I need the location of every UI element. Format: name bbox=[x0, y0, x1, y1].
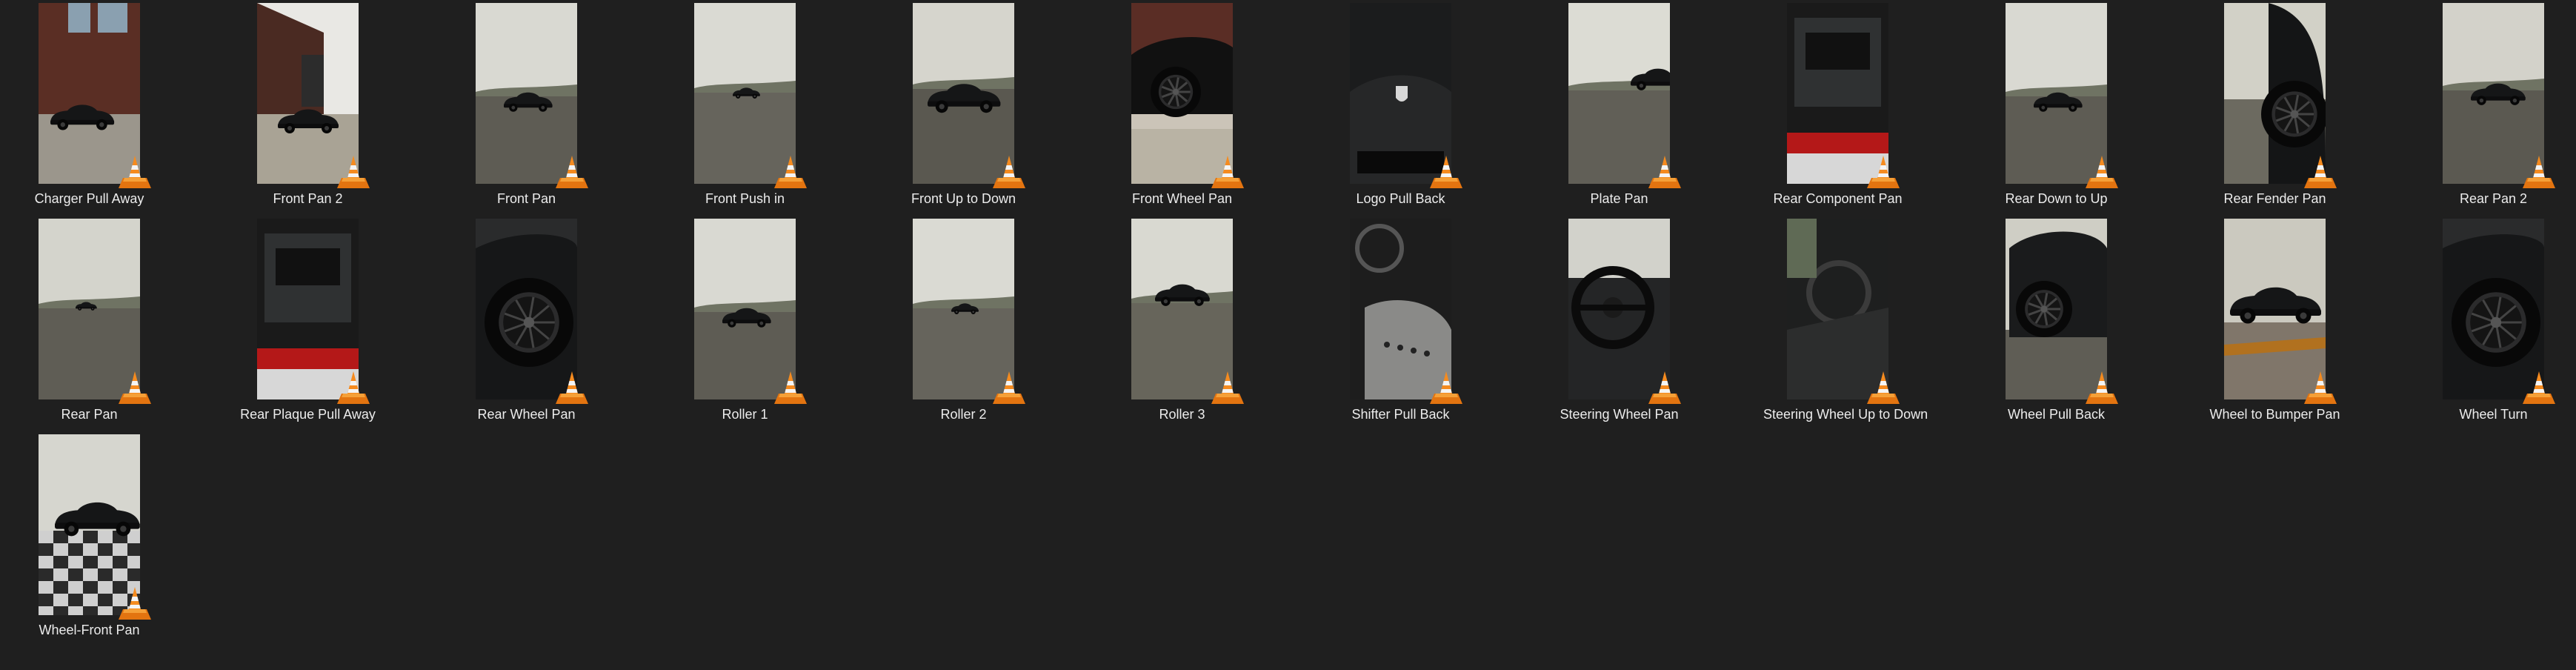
vlc-cone-icon bbox=[337, 154, 370, 190]
file-item[interactable]: Front Push in bbox=[670, 3, 889, 219]
vlc-cone-icon bbox=[119, 154, 151, 190]
vlc-cone-icon bbox=[556, 370, 588, 405]
file-name-label: Steering Wheel Up to Down bbox=[1763, 407, 1928, 422]
file-name-label: Rear Pan bbox=[61, 407, 118, 422]
vlc-cone-icon bbox=[2523, 154, 2555, 190]
vlc-cone-icon bbox=[556, 154, 588, 190]
vlc-cone-icon bbox=[1867, 154, 1900, 190]
vlc-cone-icon bbox=[2304, 154, 2337, 190]
file-name-label: Rear Component Pan bbox=[1773, 191, 1903, 206]
file-name-label: Front Pan 2 bbox=[273, 191, 343, 206]
file-item[interactable]: Roller 2 bbox=[889, 219, 1108, 434]
file-item[interactable]: Rear Down to Up bbox=[1982, 3, 2200, 219]
file-item[interactable]: Front Pan 2 bbox=[233, 3, 452, 219]
file-item[interactable]: Wheel Turn bbox=[2419, 219, 2576, 434]
file-name-label: Rear Down to Up bbox=[2005, 191, 2108, 206]
file-item[interactable]: Logo Pull Back bbox=[1326, 3, 1545, 219]
file-name-label: Wheel Pull Back bbox=[2007, 407, 2106, 422]
file-name-label: Shifter Pull Back bbox=[1351, 407, 1450, 422]
file-item[interactable]: Plate Pan bbox=[1545, 3, 1763, 219]
file-item[interactable]: Front Wheel Pan bbox=[1108, 3, 1326, 219]
vlc-cone-icon bbox=[774, 370, 807, 405]
file-name-label: Rear Plaque Pull Away bbox=[240, 407, 376, 422]
file-name-label: Wheel-Front Pan bbox=[39, 623, 140, 637]
file-name-label: Front Pan bbox=[496, 191, 556, 206]
file-item[interactable]: Rear Pan bbox=[15, 219, 233, 434]
file-name-label: Front Up to Down bbox=[911, 191, 1016, 206]
file-item[interactable]: Rear Pan 2 bbox=[2419, 3, 2576, 219]
file-name-label: Rear Wheel Pan bbox=[477, 407, 576, 422]
file-item[interactable]: Front Up to Down bbox=[889, 3, 1108, 219]
vlc-cone-icon bbox=[119, 586, 151, 621]
vlc-cone-icon bbox=[2086, 154, 2118, 190]
file-item[interactable]: Rear Fender Pan bbox=[2200, 3, 2419, 219]
file-name-label: Wheel to Bumper Pan bbox=[2209, 407, 2340, 422]
file-name-label: Logo Pull Back bbox=[1356, 191, 1445, 206]
file-item[interactable]: Wheel-Front Pan bbox=[15, 434, 233, 650]
vlc-cone-icon bbox=[2086, 370, 2118, 405]
vlc-cone-icon bbox=[993, 370, 1025, 405]
file-item[interactable]: Steering Wheel Up to Down bbox=[1763, 219, 1982, 434]
file-item[interactable]: Rear Wheel Pan bbox=[452, 219, 670, 434]
file-name-label: Roller 2 bbox=[940, 407, 987, 422]
file-name-label: Roller 3 bbox=[1159, 407, 1205, 422]
file-name-label: Wheel Turn bbox=[2459, 407, 2528, 422]
file-name-label: Steering Wheel Pan bbox=[1560, 407, 1679, 422]
file-item[interactable]: Wheel Pull Back bbox=[1982, 219, 2200, 434]
vlc-cone-icon bbox=[1648, 370, 1681, 405]
vlc-cone-icon bbox=[119, 370, 151, 405]
file-name-label: Plate Pan bbox=[1590, 191, 1648, 206]
vlc-cone-icon bbox=[1211, 370, 1244, 405]
vlc-cone-icon bbox=[2523, 370, 2555, 405]
file-name-label: Front Wheel Pan bbox=[1131, 191, 1233, 206]
file-item[interactable]: Roller 1 bbox=[670, 219, 889, 434]
vlc-cone-icon bbox=[993, 154, 1025, 190]
file-item[interactable]: Steering Wheel Pan bbox=[1545, 219, 1763, 434]
file-item[interactable]: Front Pan bbox=[452, 3, 670, 219]
file-item[interactable]: Charger Pull Away bbox=[15, 3, 233, 219]
file-name-label: Rear Pan 2 bbox=[2459, 191, 2528, 206]
vlc-cone-icon bbox=[337, 370, 370, 405]
file-item[interactable]: Rear Plaque Pull Away bbox=[233, 219, 452, 434]
file-item[interactable]: Shifter Pull Back bbox=[1326, 219, 1545, 434]
file-name-label: Charger Pull Away bbox=[34, 191, 144, 206]
vlc-cone-icon bbox=[1211, 154, 1244, 190]
vlc-cone-icon bbox=[2304, 370, 2337, 405]
file-item[interactable]: Rear Component Pan bbox=[1763, 3, 1982, 219]
file-item[interactable]: Roller 3 bbox=[1108, 219, 1326, 434]
vlc-cone-icon bbox=[1430, 154, 1462, 190]
vlc-cone-icon bbox=[774, 154, 807, 190]
vlc-cone-icon bbox=[1648, 154, 1681, 190]
file-item[interactable]: Wheel to Bumper Pan bbox=[2200, 219, 2419, 434]
file-grid: Charger Pull Away Front Pan 2 Front Pan … bbox=[15, 3, 2563, 650]
file-name-label: Roller 1 bbox=[722, 407, 768, 422]
vlc-cone-icon bbox=[1430, 370, 1462, 405]
vlc-cone-icon bbox=[1867, 370, 1900, 405]
file-name-label: Rear Fender Pan bbox=[2223, 191, 2326, 206]
file-name-label: Front Push in bbox=[705, 191, 785, 206]
file-explorer-view: Charger Pull Away Front Pan 2 Front Pan … bbox=[0, 0, 2576, 670]
